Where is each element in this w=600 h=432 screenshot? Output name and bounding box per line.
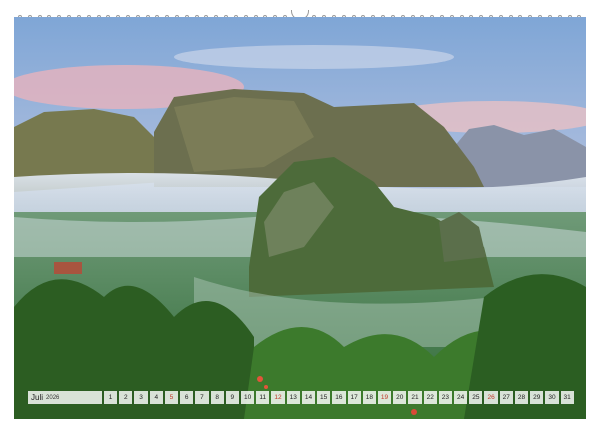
calendar-day: 13 — [286, 391, 300, 404]
calendar-day: 30 — [545, 391, 559, 404]
calendar-day: 14 — [301, 391, 316, 404]
calendar-day: 7 — [195, 391, 209, 404]
calendar-strip: Juli 2026 1 2 3 4 5 6 7 8 9 10 11 12 13 14 15 16 17 18 19 2… — [28, 391, 574, 404]
calendar-day: 1 — [104, 391, 118, 404]
calendar-day: 27 — [499, 391, 513, 404]
calendar-day: 4 — [149, 391, 163, 404]
calendar-day: 5 — [164, 391, 179, 404]
calendar-day: 11 — [256, 391, 270, 404]
calendar-day: 9 — [225, 391, 239, 404]
calendar-day: 10 — [240, 391, 255, 404]
calendar-day: 24 — [454, 391, 468, 404]
calendar-day: 31 — [560, 391, 574, 404]
calendar-day: 29 — [530, 391, 544, 404]
landscape-illustration — [14, 17, 586, 419]
calendar-day: 23 — [438, 391, 453, 404]
calendar-day: 8 — [210, 391, 224, 404]
calendar-day: 12 — [271, 391, 285, 404]
calendar-day: 17 — [347, 391, 361, 404]
calendar-day: 21 — [408, 391, 422, 404]
calendar-day: 15 — [317, 391, 331, 404]
days-row: 1 2 3 4 5 6 7 8 9 10 11 12 13 14 15 16 17 18 19 20 21 22 23 24 2… — [104, 391, 574, 404]
calendar-day: 26 — [484, 391, 498, 404]
landscape-photo — [14, 17, 586, 419]
calendar-day: 2 — [119, 391, 133, 404]
calendar-day: 19 — [377, 391, 392, 404]
month-name: Juli — [31, 393, 44, 402]
month-label: Juli 2026 — [28, 391, 102, 404]
calendar-day: 28 — [514, 391, 529, 404]
calendar-day: 3 — [134, 391, 148, 404]
calendar-day: 16 — [332, 391, 346, 404]
year-label: 2026 — [46, 394, 60, 401]
calendar-day: 22 — [423, 391, 437, 404]
calendar-day: 20 — [393, 391, 407, 404]
calendar-day: 6 — [180, 391, 194, 404]
calendar-day: 25 — [469, 391, 483, 404]
calendar-day: 18 — [362, 391, 376, 404]
